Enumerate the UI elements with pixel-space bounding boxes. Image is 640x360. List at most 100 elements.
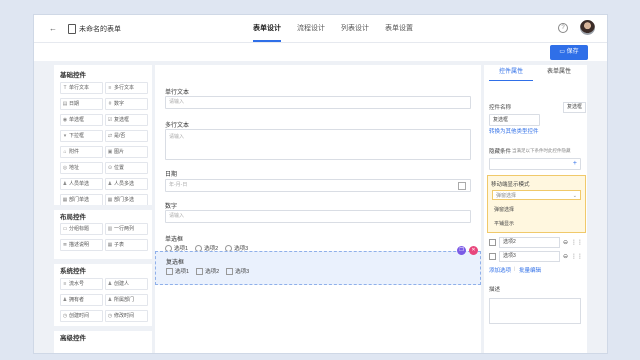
palette-item[interactable]: ⌂ 附件 — [60, 146, 103, 158]
top-bar: ← 未命名的表单 表单设计 流程设计 列表设计 表单设置 ? — [34, 15, 607, 43]
drag-handle-icon[interactable]: ⋮⋮ — [571, 239, 583, 246]
checkbox-option[interactable]: 选项1 — [166, 267, 189, 275]
dropdown-option[interactable]: 弹窗选择 — [494, 206, 514, 213]
control-name-input[interactable]: 复选框 — [489, 114, 540, 126]
tab-control-properties[interactable]: 控件属性 — [489, 65, 533, 81]
dropdown-option[interactable]: 平铺显示 — [494, 220, 514, 227]
palette-item-label: 分组标题 — [69, 226, 90, 232]
mobile-display-select[interactable]: 弹窗选择 ⌄ — [492, 190, 581, 200]
checkbox-option[interactable]: 选项3 — [226, 267, 249, 275]
tab-flow-design[interactable]: 流程设计 — [289, 15, 333, 42]
field-label-date: 日期 — [165, 172, 178, 178]
palette-item[interactable]: ☑ 复选框 — [105, 114, 148, 126]
palette-item[interactable]: ◷ 修改时间 — [105, 310, 148, 322]
avatar[interactable] — [580, 20, 595, 35]
multi-text-input[interactable]: 请输入 — [165, 129, 471, 160]
save-button[interactable]: ▭ 保存 — [550, 45, 588, 60]
palette-item[interactable]: ▦ 子表 — [105, 239, 148, 251]
checkbox-icon[interactable] — [489, 253, 496, 260]
palette-item[interactable]: ⇄ 是/否 — [105, 130, 148, 142]
delete-icon[interactable]: ✕ — [469, 246, 478, 255]
palette-item-label: 创建时间 — [69, 313, 90, 319]
option-input[interactable]: 选项2 — [499, 237, 560, 248]
palette-item[interactable]: ♟ 拥有者 — [60, 294, 103, 306]
option-input[interactable]: 选项3 — [499, 251, 560, 262]
save-label: 保存 — [566, 49, 579, 55]
palette-item[interactable]: ▤ 日期 — [60, 98, 103, 110]
palette-item-label: 所属部门 — [114, 297, 135, 303]
palette-item[interactable]: ≣ 描述说明 — [60, 239, 103, 251]
palette-item[interactable]: T 单行文本 — [60, 82, 103, 94]
checkbox-option[interactable]: 选项2 — [196, 267, 219, 275]
option-row: 选项2 ⊖ ⋮⋮ — [489, 237, 583, 248]
palette-item[interactable]: ≡ 流水号 — [60, 278, 103, 290]
help-icon[interactable]: ? — [558, 23, 568, 33]
control-type-icon: ♟ — [107, 281, 113, 287]
control-type-icon: ≣ — [62, 242, 68, 248]
properties-panel: 控件属性 表单属性 控件名称 复选框 复选框 转换为其他类型控件 隐藏条件 当满… — [484, 65, 587, 353]
single-text-input[interactable]: 请输入 — [165, 96, 471, 109]
palette-item[interactable]: ◉ 单选框 — [60, 114, 103, 126]
checkbox-icon[interactable] — [489, 239, 496, 246]
palette-item[interactable]: ▭ 分组标题 — [60, 223, 103, 235]
control-type-icon: ◎ — [62, 165, 68, 171]
tab-form-properties[interactable]: 表单属性 — [537, 65, 581, 80]
tab-list-design[interactable]: 列表设计 — [333, 15, 377, 42]
control-type-icon: ▤ — [62, 101, 68, 107]
control-type-icon: ◉ — [62, 117, 68, 123]
copy-icon[interactable]: ❐ — [457, 246, 466, 255]
control-type-icon: ♟ — [62, 297, 68, 303]
palette-item-label: 部门单选 — [69, 197, 90, 203]
tab-form-settings[interactable]: 表单设置 — [377, 15, 421, 42]
palette-separator — [54, 205, 152, 210]
description-textarea[interactable] — [489, 298, 581, 324]
remove-option-icon[interactable]: ⊖ — [563, 253, 568, 260]
field-label-number: 数字 — [165, 204, 178, 210]
control-type-icon: ▦ — [62, 197, 68, 203]
palette-item[interactable]: ▥ 一行两列 — [105, 223, 148, 235]
control-type-icon: ▾ — [63, 133, 67, 139]
control-type-icon: ☑ — [107, 117, 113, 123]
palette-item[interactable]: ≡ 多行文本 — [105, 82, 148, 94]
drag-handle-icon[interactable]: ⋮⋮ — [571, 253, 583, 260]
form-title[interactable]: 未命名的表单 — [79, 24, 121, 34]
link-divider: | — [514, 266, 516, 271]
add-condition-icon[interactable]: + — [570, 159, 577, 169]
checkbox-option-label: 选项3 — [235, 269, 250, 275]
tab-form-design[interactable]: 表单设计 — [245, 15, 289, 42]
design-tabs: 表单设计 流程设计 列表设计 表单设置 — [245, 15, 421, 42]
control-type-icon: ▥ — [107, 226, 113, 232]
convert-type-link[interactable]: 转换为其他类型控件 — [489, 127, 539, 135]
number-input[interactable]: 请输入 — [165, 210, 471, 223]
remove-option-icon[interactable]: ⊖ — [563, 239, 568, 246]
field-label-single-text: 单行文本 — [165, 90, 190, 96]
selected-checkbox-field[interactable]: 复选框 选项1 选项2 选项3 — [155, 251, 481, 285]
control-type-icon: ▦ — [107, 242, 113, 248]
control-type-icon: ◷ — [62, 313, 68, 319]
palette-item[interactable]: ⊙ 位置 — [105, 162, 148, 174]
palette-item-label: 部门多选 — [114, 197, 135, 203]
calendar-icon — [458, 182, 466, 190]
palette-item[interactable]: ♟ 创建人 — [105, 278, 148, 290]
palette-item-label: 单行文本 — [69, 85, 90, 91]
back-arrow-icon[interactable]: ← — [49, 24, 57, 33]
palette-item[interactable]: # 数字 — [105, 98, 148, 110]
palette-item[interactable]: ◷ 创建时间 — [60, 310, 103, 322]
control-type-icon: ⊙ — [107, 165, 113, 171]
date-input[interactable]: 年-月-日 — [165, 179, 471, 192]
palette-item-label: 是/否 — [114, 133, 126, 139]
palette-item[interactable]: ♟ 所属部门 — [105, 294, 148, 306]
control-type-icon: ⇄ — [107, 133, 113, 139]
palette-item[interactable]: ♟ 人员多选 — [105, 178, 148, 190]
palette-item[interactable]: ♟ 人员单选 — [60, 178, 103, 190]
bulk-edit-link[interactable]: 批量编辑 — [519, 266, 541, 274]
add-option-link[interactable]: 添加选项 — [489, 266, 511, 274]
date-placeholder: 年-月-日 — [169, 182, 188, 188]
palette-item[interactable]: ▣ 图片 — [105, 146, 148, 158]
palette-item-label: 修改时间 — [114, 313, 135, 319]
palette-item-label: 拥有者 — [69, 297, 85, 303]
hidden-condition-input[interactable]: + — [489, 158, 581, 170]
palette-item[interactable]: ◎ 地址 — [60, 162, 103, 174]
control-palette: 基础控件 T 单行文本 ≡ 多行文本 ▤ 日期 # 数字 ◉ 单选框 ☑ 复选框 ▾ 下拉框 ⇄ 是/否 ⌂ 附件 ▣… — [54, 65, 152, 353]
palette-item[interactable]: ▾ 下拉框 — [60, 130, 103, 142]
